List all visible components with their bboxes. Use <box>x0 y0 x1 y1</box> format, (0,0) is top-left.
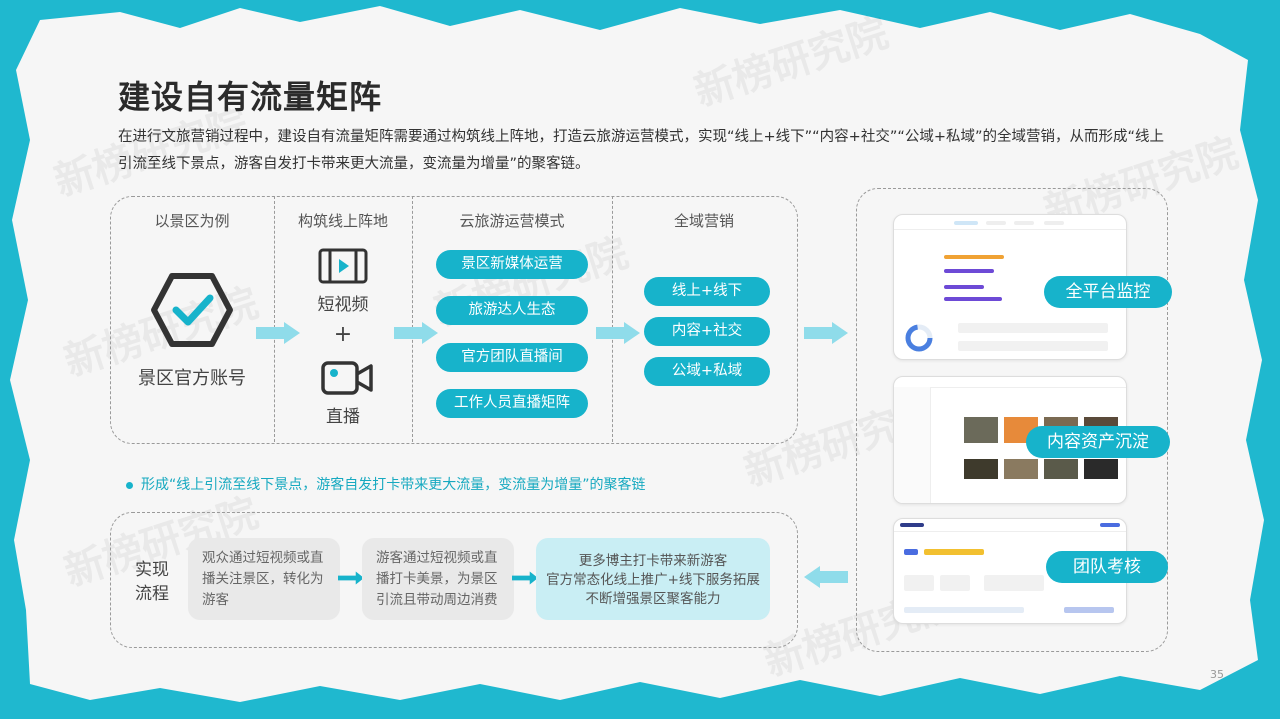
bullet-text: 形成“线上引流至线下景点，游客自发打卡带来更大流量，变流量为增量”的聚客链 <box>141 477 646 493</box>
thumbnail <box>964 459 998 479</box>
divider <box>412 196 413 442</box>
column-header-cloud: 云旅游运营模式 <box>459 212 565 230</box>
chart-placeholder <box>904 607 1024 613</box>
button-placeholder <box>1100 523 1120 527</box>
arrow-right-icon <box>338 571 364 585</box>
divider <box>612 196 613 442</box>
arrow-right-icon <box>512 571 538 585</box>
live-label: 直播 <box>326 407 360 427</box>
tag-content-assets: 内容资产沉淀 <box>1026 426 1170 458</box>
tag-platform-monitor: 全平台监控 <box>1044 276 1172 308</box>
tab-placeholder <box>904 549 918 555</box>
tab-placeholder <box>986 221 1006 225</box>
tab-placeholder <box>954 221 978 225</box>
stat-placeholder <box>958 323 1108 333</box>
marketing-pill: 线上+线下 <box>644 277 770 306</box>
logo-placeholder <box>900 523 924 527</box>
stat-placeholder <box>940 575 970 591</box>
stat-placeholder <box>904 575 934 591</box>
process-step-3-line: 不断增强景区聚客能力 <box>585 591 721 607</box>
short-video-label: 短视频 <box>317 295 369 315</box>
bar-placeholder <box>944 285 984 289</box>
process-step-1: 观众通过短视频或直播关注景区，转化为游客 <box>188 538 340 620</box>
process-label: 实现 流程 <box>122 558 182 606</box>
tab-placeholder <box>1044 221 1064 225</box>
intro-paragraph: 在进行文旅营销过程中，建设自有流量矩阵需要通过构筑线上阵地，打造云旅游运营模式，… <box>118 129 1165 172</box>
page-title: 建设自有流量矩阵 <box>118 78 383 116</box>
process-step-2: 游客通过短视频或直播打卡美景，为景区引流且带动周边消费 <box>362 538 514 620</box>
ops-mode-pill: 景区新媒体运营 <box>436 250 588 279</box>
arrow-left-icon <box>804 566 848 588</box>
process-step-3: 更多博主打卡带来新游客 官方常态化线上推广+线下服务拓展 不断增强景区聚客能力 <box>536 538 770 620</box>
column-header-online: 构筑线上阵地 <box>297 212 388 230</box>
hexagon-check-icon <box>151 273 233 347</box>
arrow-right-icon <box>596 322 640 344</box>
bar-placeholder <box>944 269 994 273</box>
chart-placeholder <box>1064 607 1114 613</box>
column-header-marketing: 全域营销 <box>673 212 734 230</box>
ops-mode-pill: 官方团队直播间 <box>436 343 588 372</box>
process-step-3-line: 更多博主打卡带来新游客 <box>578 553 728 569</box>
stat-placeholder <box>958 341 1108 351</box>
process-step-3-line: 官方常态化线上推广+线下服务拓展 <box>546 572 760 588</box>
thumbnail <box>1044 459 1078 479</box>
review-header <box>894 519 1126 532</box>
bullet-point: 形成“线上引流至线下景点，游客自发打卡带来更大流量，变流量为增量”的聚客链 <box>126 474 646 494</box>
assets-sidebar <box>894 387 931 503</box>
donut-chart-icon <box>905 324 933 352</box>
arrow-right-icon <box>394 322 438 344</box>
scenic-account-label: 景区官方账号 <box>138 368 246 389</box>
bar-placeholder <box>944 297 1002 301</box>
thumbnail <box>1084 459 1118 479</box>
arrow-right-icon <box>256 322 300 344</box>
marketing-pill: 公域+私域 <box>644 357 770 386</box>
ops-mode-pill: 工作人员直播矩阵 <box>436 389 588 418</box>
bar-placeholder <box>944 255 1004 259</box>
process-label-line: 实现 <box>135 560 169 580</box>
bullet-dot <box>126 481 133 489</box>
dashboard-header <box>894 215 1126 230</box>
page-number: 35 <box>1210 668 1224 681</box>
camera-icon <box>321 361 373 395</box>
arrow-right-icon <box>804 322 848 344</box>
marketing-pill: 内容+社交 <box>644 317 770 346</box>
tab-placeholder <box>1014 221 1034 225</box>
ops-mode-pill: 旅游达人生态 <box>436 296 588 325</box>
thumbnail <box>1004 459 1038 479</box>
process-label-line: 流程 <box>135 584 169 604</box>
stat-placeholder <box>984 575 1044 591</box>
column-header-scenic: 以景区为例 <box>154 212 230 230</box>
icon-row-placeholder <box>924 549 984 555</box>
video-film-icon <box>318 248 368 284</box>
tag-team-review: 团队考核 <box>1046 551 1168 583</box>
thumbnail <box>964 417 998 443</box>
